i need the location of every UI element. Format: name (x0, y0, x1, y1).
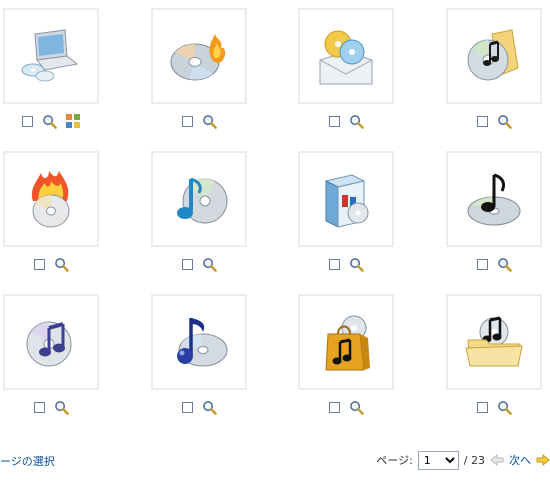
grid-cell (298, 8, 394, 138)
cell-actions (3, 255, 99, 273)
magnifier-icon[interactable] (497, 400, 512, 415)
cell-actions (151, 112, 247, 130)
magnifier-icon[interactable] (202, 400, 217, 415)
magnifier-icon[interactable] (349, 257, 364, 272)
icon-thumbnail-cd-burn[interactable] (151, 8, 247, 104)
cd-music-note-icon (177, 177, 228, 224)
next-arrow-icon[interactable] (536, 454, 550, 466)
magnifier-icon[interactable] (54, 400, 69, 415)
magnifier-icon[interactable] (497, 114, 512, 129)
select-checkbox[interactable] (181, 258, 193, 270)
color-grid-icon[interactable] (66, 114, 80, 128)
cell-actions (151, 398, 247, 416)
cell-actions (151, 255, 247, 273)
icon-thumbnail-cd-music-note[interactable] (151, 151, 247, 247)
grid-cell (3, 294, 99, 424)
cell-actions (446, 255, 542, 273)
page-label: ページ: (376, 454, 413, 467)
icon-thumbnail-laptop-cd[interactable] (3, 8, 99, 104)
magnifier-icon[interactable] (202, 257, 217, 272)
cd-burn-icon (170, 34, 226, 81)
software-box-icon (324, 174, 369, 228)
music-folder-cd-icon (467, 29, 519, 81)
magnifier-icon[interactable] (349, 400, 364, 415)
cd-double-note-icon (26, 321, 72, 367)
page-select[interactable]: 1 (417, 450, 459, 470)
cell-actions (446, 112, 542, 130)
prev-arrow-icon (490, 454, 504, 466)
grid-cell (446, 294, 542, 424)
pager: ページ: 1 / 23 次へ (376, 450, 550, 470)
cd-music-note-dark-icon (467, 173, 521, 226)
grid-cell (151, 8, 247, 138)
flame-cd-icon (31, 171, 70, 228)
music-folder-icon (465, 316, 523, 367)
cell-actions (3, 112, 99, 130)
magnifier-icon[interactable] (497, 257, 512, 272)
select-checkbox[interactable] (181, 401, 193, 413)
icon-thumbnail-music-folder[interactable] (446, 294, 542, 390)
icon-thumbnail-music-folder-cd[interactable] (446, 8, 542, 104)
select-checkbox[interactable] (33, 258, 45, 270)
select-checkbox[interactable] (22, 115, 33, 127)
icon-thumbnail-music-shopping-bag[interactable] (298, 294, 394, 390)
icon-thumbnail-cd-blue-note[interactable] (151, 294, 247, 390)
music-shopping-bag-icon (325, 315, 370, 371)
select-checkbox[interactable] (476, 401, 488, 413)
select-checkbox[interactable] (181, 115, 193, 127)
laptop-cd-icon (21, 29, 79, 82)
select-checkbox[interactable] (328, 115, 340, 127)
total-pages: / 23 (463, 453, 485, 467)
grid-cell (151, 151, 247, 281)
icon-thumbnail-flame-cd[interactable] (3, 151, 99, 247)
cd-blue-note-icon (177, 318, 228, 367)
cell-actions (298, 398, 394, 416)
grid-cell (298, 294, 394, 424)
pagination-footer: ージの選択 ページ: 1 / 23 次へ (0, 448, 550, 472)
grid-cell (446, 151, 542, 281)
magnifier-icon[interactable] (54, 257, 69, 272)
next-link[interactable]: 次へ (509, 452, 531, 468)
cell-actions (298, 255, 394, 273)
cell-actions (3, 398, 99, 416)
select-checkbox[interactable] (328, 258, 340, 270)
grid-cell (446, 8, 542, 138)
select-checkbox[interactable] (476, 258, 488, 270)
icon-thumbnail-cd-music-note-dark[interactable] (446, 151, 542, 247)
icon-thumbnail-cd-double-note[interactable] (3, 294, 99, 390)
grid-cell (3, 8, 99, 138)
cell-actions (298, 112, 394, 130)
magnifier-icon[interactable] (202, 114, 217, 129)
icon-thumbnail-software-box[interactable] (298, 151, 394, 247)
cd-mail-icon (319, 30, 373, 85)
magnifier-icon[interactable] (42, 114, 57, 129)
icon-thumbnail-cd-mail[interactable] (298, 8, 394, 104)
icon-grid (0, 0, 550, 430)
select-checkbox[interactable] (476, 115, 488, 127)
grid-cell (298, 151, 394, 281)
select-checkbox[interactable] (33, 401, 45, 413)
grid-cell (3, 151, 99, 281)
select-checkbox[interactable] (328, 401, 340, 413)
magnifier-icon[interactable] (349, 114, 364, 129)
select-page-link[interactable]: ージの選択 (0, 453, 55, 469)
grid-cell (151, 294, 247, 424)
cell-actions (446, 398, 542, 416)
